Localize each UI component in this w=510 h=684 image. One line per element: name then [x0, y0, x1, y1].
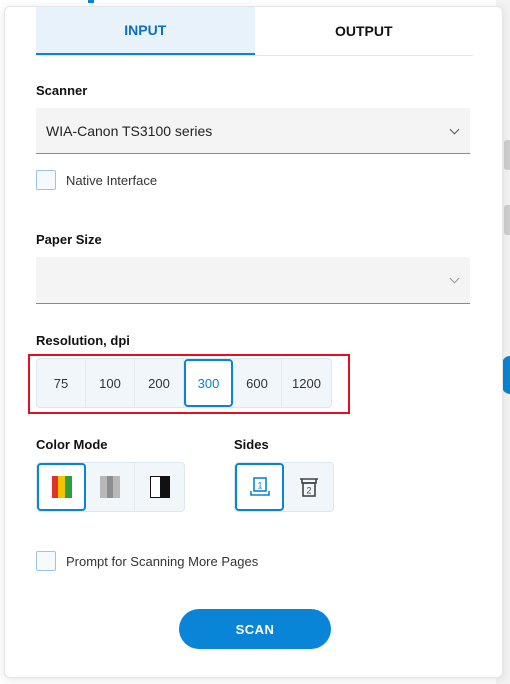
- tab-bar: INPUT OUTPUT: [36, 7, 473, 56]
- native-interface-checkbox-row[interactable]: Native Interface: [36, 170, 157, 190]
- svg-text:1: 1: [257, 481, 262, 491]
- resolution-option-600[interactable]: 600: [233, 359, 282, 407]
- color-mode-selector: [36, 462, 185, 512]
- grayscale-icon: [100, 476, 121, 498]
- prompt-more-pages-checkbox[interactable]: [36, 551, 56, 571]
- native-interface-checkbox[interactable]: [36, 170, 56, 190]
- tab-output[interactable]: OUTPUT: [255, 7, 474, 55]
- background-glyph: [504, 205, 510, 235]
- black-white-icon: [149, 476, 170, 498]
- scanner-label: Scanner: [36, 83, 88, 98]
- top-accent-mark: [88, 0, 94, 3]
- color-mode-label: Color Mode: [36, 437, 108, 452]
- resolution-selector: 75 100 200 300 600 1200: [36, 358, 332, 408]
- paper-size-label: Paper Size: [36, 232, 102, 247]
- native-interface-label: Native Interface: [66, 172, 158, 188]
- resolution-option-1200[interactable]: 1200: [282, 359, 331, 407]
- scanner-select-value: WIA-Canon TS3100 series: [46, 122, 213, 139]
- prompt-more-pages-checkbox-row[interactable]: Prompt for Scanning More Pages: [36, 551, 258, 571]
- tab-input[interactable]: INPUT: [36, 7, 255, 55]
- double-sided-icon: 2: [299, 478, 318, 497]
- background-button-edge: [502, 356, 510, 394]
- paper-size-select[interactable]: [36, 257, 470, 304]
- chevron-down-icon: [449, 124, 460, 134]
- color-mode-black-white-option[interactable]: [135, 463, 184, 511]
- sides-single-option[interactable]: 1: [235, 463, 284, 511]
- resolution-option-200[interactable]: 200: [135, 359, 184, 407]
- color-icon: [51, 476, 72, 498]
- sides-selector: 1 2: [234, 462, 334, 512]
- prompt-more-pages-label: Prompt for Scanning More Pages: [66, 553, 259, 569]
- scan-settings-panel: INPUT OUTPUT Scanner WIA-Canon TS3100 se…: [4, 6, 503, 678]
- scanner-select[interactable]: WIA-Canon TS3100 series: [36, 108, 470, 154]
- resolution-option-300[interactable]: 300: [184, 359, 233, 407]
- svg-text:2: 2: [306, 486, 311, 496]
- scan-button[interactable]: SCAN: [179, 609, 331, 649]
- chevron-down-icon: [449, 273, 460, 284]
- sides-double-option[interactable]: 2: [284, 463, 333, 511]
- resolution-label: Resolution, dpi: [36, 333, 130, 348]
- color-mode-grayscale-option[interactable]: [86, 463, 135, 511]
- color-mode-color-option[interactable]: [37, 463, 86, 511]
- single-sided-icon: 1: [249, 477, 270, 496]
- resolution-option-100[interactable]: 100: [86, 359, 135, 407]
- sides-label: Sides: [234, 437, 269, 452]
- resolution-option-75[interactable]: 75: [37, 359, 86, 407]
- background-glyph: [504, 140, 510, 170]
